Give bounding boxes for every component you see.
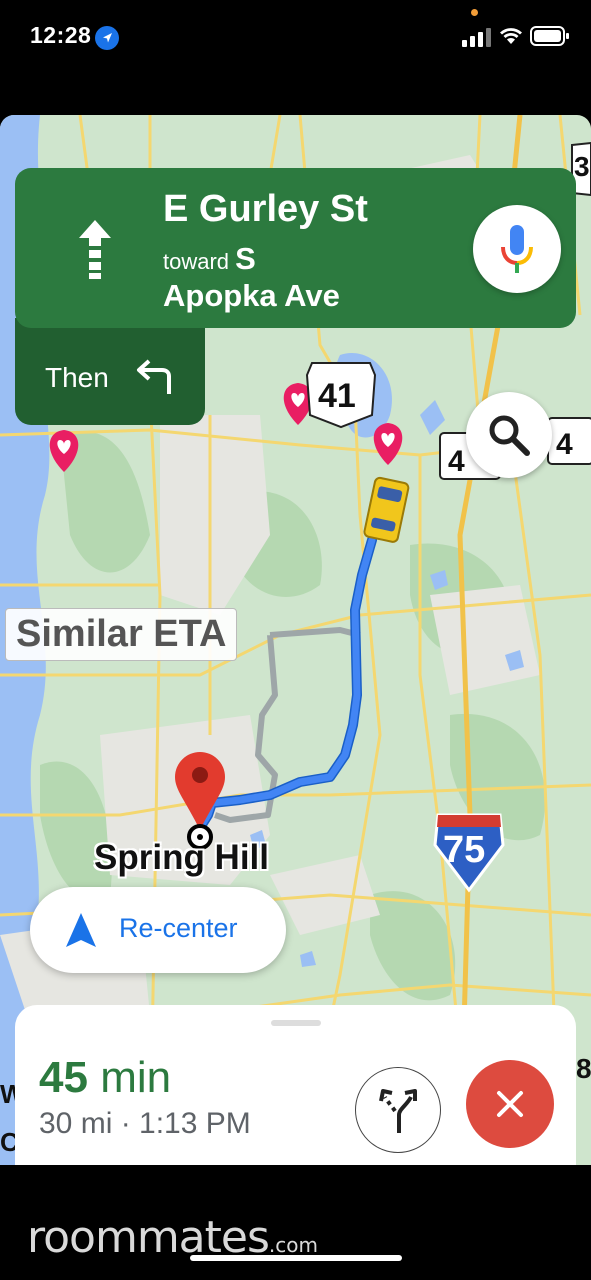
then-label: Then xyxy=(45,362,109,393)
city-label: Spring Hill xyxy=(94,838,269,877)
trip-distance-arrival: 30 mi · 1:13 PM xyxy=(39,1107,251,1140)
instruction-toward: toward S xyxy=(163,241,256,277)
status-time: 12:28 xyxy=(30,22,92,48)
sheet-drag-handle[interactable] xyxy=(271,1020,321,1026)
search-icon xyxy=(489,415,530,456)
alternate-routes-button[interactable] xyxy=(355,1067,441,1153)
alternate-route-eta-label[interactable]: Similar ETA xyxy=(5,608,238,661)
privacy-indicator-dot xyxy=(471,9,478,16)
cellular-signal-icon xyxy=(462,28,491,47)
location-arrow-icon xyxy=(95,26,119,50)
partial-shield-label-1: 4 xyxy=(448,445,465,478)
status-bar: 12:28 xyxy=(0,0,591,80)
exit-navigation-button[interactable] xyxy=(466,1060,554,1148)
navigation-instruction-card[interactable]: E Gurley St toward S Apopka Ave xyxy=(15,168,576,328)
toward-name-part2: Apopka Ave xyxy=(163,278,340,313)
partial-shield-label-2: 4 xyxy=(556,428,573,461)
close-icon xyxy=(497,1091,523,1117)
watermark-tld: .com xyxy=(268,1233,318,1257)
edge-label-top: 3 xyxy=(574,151,590,182)
toward-prefix: toward xyxy=(163,249,230,274)
duration-unit: min xyxy=(100,1053,172,1102)
trip-duration: 45 min xyxy=(39,1053,171,1103)
duration-value: 45 xyxy=(39,1053,88,1102)
instruction-street-name: E Gurley St xyxy=(163,188,368,230)
us-41-label: 41 xyxy=(318,377,356,415)
turn-left-icon xyxy=(137,359,171,394)
home-indicator[interactable] xyxy=(190,1255,402,1261)
recenter-button[interactable]: Re-center xyxy=(30,887,286,973)
straight-arrow-icon xyxy=(79,220,111,279)
voice-search-button[interactable] xyxy=(473,205,561,293)
battery-icon xyxy=(530,26,569,46)
search-along-route-button[interactable] xyxy=(466,392,552,478)
trip-summary-sheet[interactable]: 45 min 30 mi · 1:13 PM xyxy=(15,1005,576,1165)
toward-name-part1: S xyxy=(235,241,256,276)
edge-label-right: 8 xyxy=(576,1053,591,1084)
alternate-routes-icon xyxy=(379,1089,417,1133)
microphone-icon xyxy=(501,225,533,273)
next-maneuver-panel[interactable]: Then xyxy=(15,318,205,425)
interstate-75-label: 75 xyxy=(443,829,486,871)
recenter-label: Re-center xyxy=(119,913,238,943)
wifi-icon xyxy=(500,28,522,44)
navigation-arrow-icon xyxy=(66,913,96,947)
